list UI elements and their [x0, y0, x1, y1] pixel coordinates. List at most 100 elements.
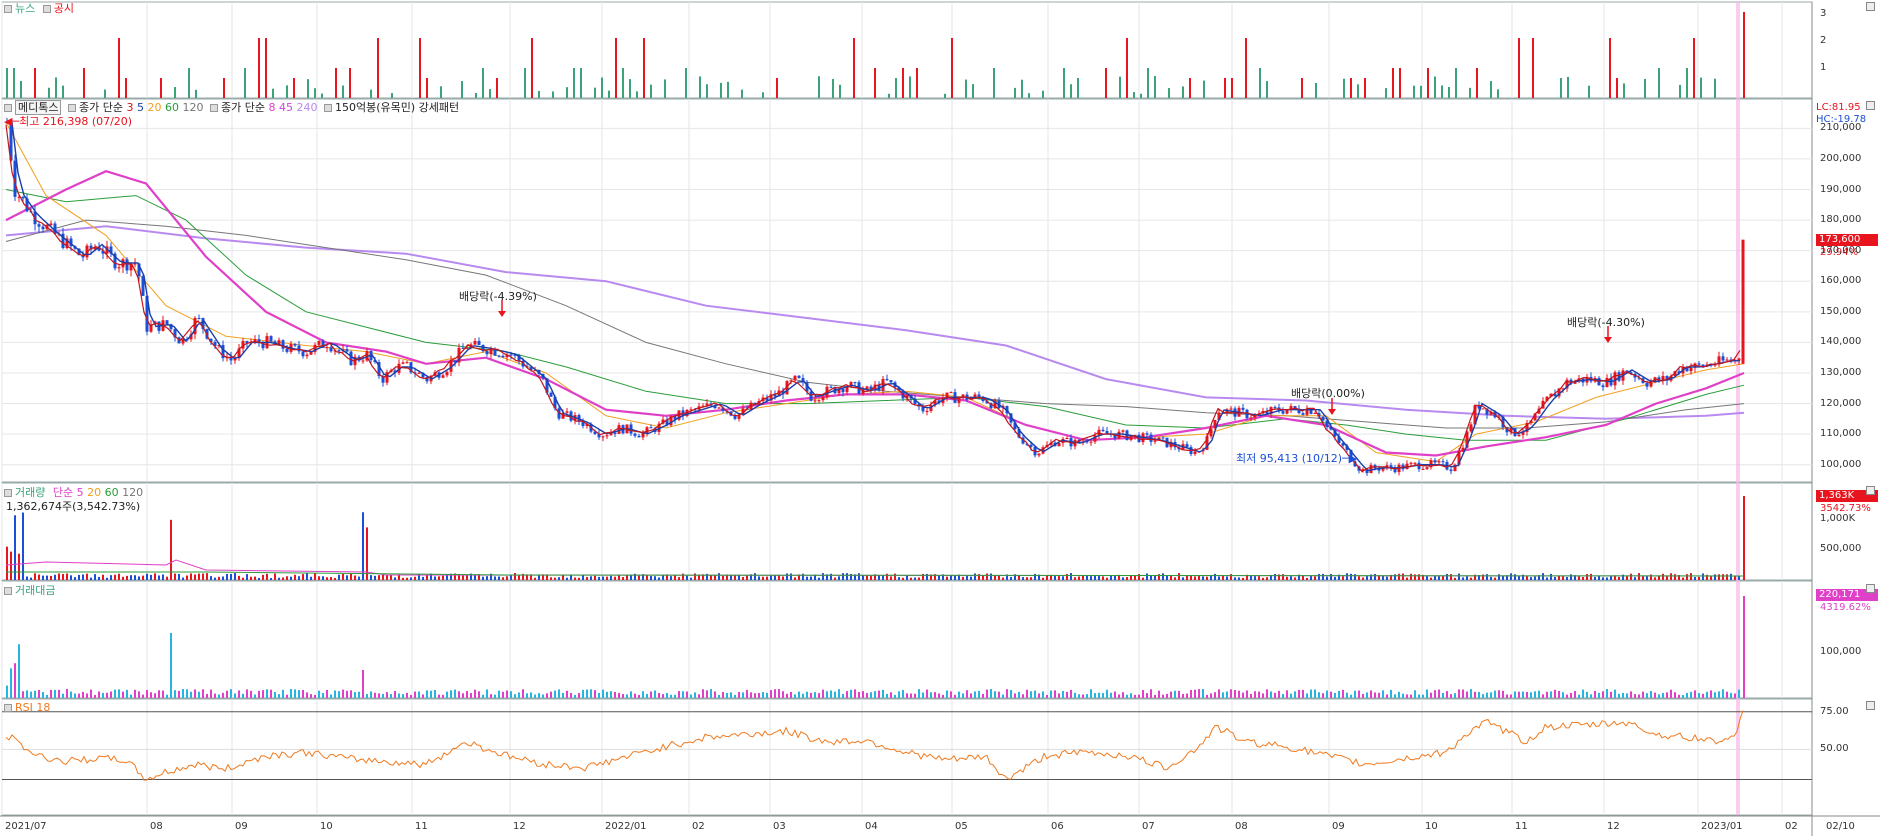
ma-period-5: 5: [133, 101, 144, 114]
disclosure-bar: [1224, 78, 1226, 98]
x-axis-tick: 05: [955, 821, 968, 832]
volume-bar: [766, 576, 768, 580]
candle-body: [813, 400, 817, 402]
volume-bar: [1294, 577, 1296, 580]
volume-bar: [1046, 575, 1048, 580]
amount-bar: [1410, 694, 1412, 698]
volume-bar: [938, 575, 940, 580]
amount-bar: [1454, 693, 1456, 698]
ma-group1-toggle[interactable]: [67, 104, 76, 112]
panel-close-icon[interactable]: [1866, 584, 1875, 593]
amount-bar: [1490, 692, 1492, 698]
volume-bar: [506, 576, 508, 580]
volume-bar: [18, 553, 20, 580]
amount-bar: [1418, 694, 1420, 698]
news-bar: [552, 91, 554, 98]
volume-bar: [1718, 574, 1720, 580]
candle-body: [297, 345, 301, 352]
amount-bar: [778, 689, 780, 698]
volume-bar: [598, 576, 600, 580]
panel-close-icon[interactable]: [1866, 701, 1875, 710]
x-axis-tick: 06: [1051, 821, 1064, 832]
candle-body: [633, 433, 637, 436]
news-bar: [965, 79, 967, 98]
volume-bar: [338, 574, 340, 580]
news-bar: [1147, 68, 1149, 98]
amount-bar: [1434, 690, 1436, 698]
volume-bar: [974, 573, 976, 580]
volume-bar: [986, 573, 988, 580]
x-axis-tick: 08: [1235, 821, 1248, 832]
disclosure-toggle[interactable]: [42, 5, 51, 13]
rsi-axis-tick: 75.00: [1820, 705, 1849, 717]
amount-bar: [990, 689, 992, 698]
amount-bar: [678, 691, 680, 698]
volume-bar: [1650, 574, 1652, 580]
disclosure-bar: [1532, 38, 1534, 98]
chart-canvas[interactable]: [0, 0, 1880, 836]
amount-bar: [1130, 693, 1132, 698]
volume-toggle[interactable]: [4, 489, 12, 497]
amount-bar: [526, 693, 528, 698]
amount-bar: [458, 691, 460, 698]
amount-bar: [770, 690, 772, 698]
amount-bar: [522, 689, 524, 698]
amount-bar: [126, 689, 128, 698]
disclosure-bar: [916, 68, 918, 98]
news-toggle[interactable]: [4, 5, 12, 13]
candle-body: [1441, 461, 1445, 463]
volume-bar: [90, 577, 92, 580]
amount-bar: [1642, 691, 1644, 698]
amount-bar: [946, 690, 948, 698]
volume-bar: [914, 577, 916, 580]
amount-bar: [1338, 690, 1340, 698]
volume-bar: [1166, 575, 1168, 580]
news-bar: [664, 79, 666, 98]
candle-body: [1321, 416, 1325, 421]
ma-group2-toggle[interactable]: [209, 104, 218, 112]
amount-bar: [1138, 694, 1140, 698]
amount-bar: [958, 691, 960, 698]
amount-bar: [666, 693, 668, 698]
panel-close-icon[interactable]: [1866, 486, 1875, 495]
amount-bar: [594, 690, 596, 698]
x-axis-tick: 2021/07: [5, 821, 47, 832]
news-axis-tick: 1: [1820, 62, 1827, 73]
candle-body: [649, 427, 653, 429]
amount-bar: [154, 693, 156, 698]
volume-bar: [790, 573, 792, 580]
amount-bar: [118, 689, 120, 698]
volume-bar: [1466, 576, 1468, 580]
panel-close-icon[interactable]: [1866, 101, 1875, 110]
disclosure-bar: [1231, 78, 1233, 98]
price-panel-toggle[interactable]: [4, 104, 12, 112]
amount-toggle[interactable]: [4, 587, 12, 595]
volume-bar: [622, 577, 624, 580]
amount-bar: [298, 690, 300, 698]
amount-bar: [1738, 689, 1740, 698]
amount-bar: [346, 690, 348, 698]
amount-bar: [910, 693, 912, 698]
amount-bar: [878, 690, 880, 698]
disclosure-bar: [335, 68, 337, 98]
pattern-toggle[interactable]: [323, 104, 332, 112]
volume-bar: [298, 576, 300, 580]
amount-bar: [670, 694, 672, 698]
volume-bar: [1686, 574, 1688, 580]
news-bar: [524, 68, 526, 98]
disclosure-bar: [1743, 12, 1745, 98]
volume-bar: [802, 573, 804, 580]
rsi-toggle[interactable]: [4, 704, 12, 712]
volume-bar: [226, 573, 228, 580]
amount-bar: [898, 691, 900, 698]
x-axis-tick: 09: [1332, 821, 1345, 832]
stock-name[interactable]: 메디톡스: [15, 100, 62, 115]
volume-bar: [1714, 574, 1716, 580]
amount-bar: [1070, 689, 1072, 698]
amount-bar: [1274, 692, 1276, 698]
amount-bar: [1394, 694, 1396, 698]
panel-close-icon[interactable]: [1866, 2, 1875, 11]
amount-bar: [1214, 692, 1216, 698]
volume-bar: [1702, 573, 1704, 580]
amount-bar: [506, 690, 508, 698]
